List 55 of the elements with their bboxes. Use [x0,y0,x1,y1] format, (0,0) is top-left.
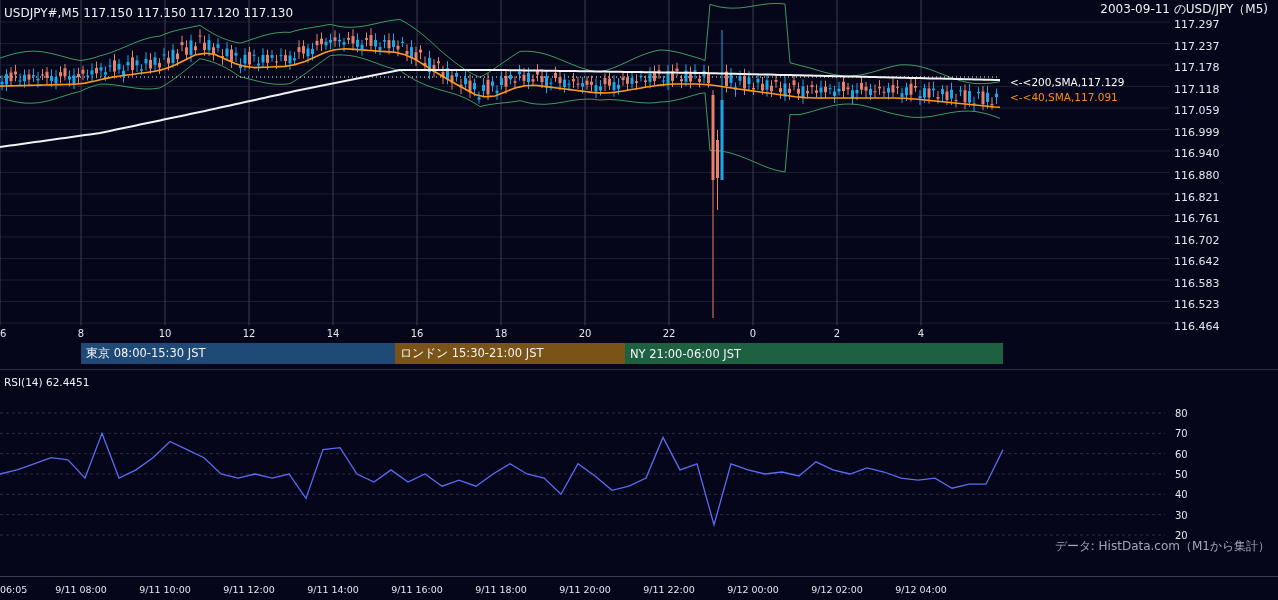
time-label: 9/11 20:00 [559,584,611,595]
time-label: 06:05 [0,584,28,595]
axis-tick-label: 60 [1175,448,1188,460]
hour-label: 8 [77,328,85,339]
time-label: 9/11 16:00 [391,584,443,595]
axis-tick-label: 80 [1175,408,1188,419]
time-label: 9/11 10:00 [139,584,191,595]
price-axis-label: 116.761 [1174,213,1221,226]
hour-label: 18 [494,328,508,339]
time-label: 9/11 22:00 [643,584,695,595]
price-axis-label: 117.237 [1174,40,1221,53]
axis-tick-label: 20 [1175,530,1188,541]
axis-tick-label: 30 [1175,509,1188,521]
time-label: 9/11 12:00 [223,584,275,595]
price-axis-label: 116.880 [1174,169,1221,182]
axis-tick-label: 40 [1175,489,1188,501]
price-axis-label: 116.821 [1174,191,1221,204]
hour-label: 12 [242,328,256,339]
hour-label: 20 [578,328,592,339]
session-bar: NY 21:00-06:00 JST [625,343,1003,364]
price-axis-label: 117.297 [1174,19,1221,31]
axis-tick-label: 50 [1175,469,1188,480]
hour-label: 0 [749,328,757,339]
price-axis-label: 116.583 [1174,277,1221,290]
session-bar: 東京 08:00-15:30 JST [81,343,395,364]
rsi-title: RSI(14) 62.4451 [4,376,90,388]
time-label: 9/11 18:00 [475,584,527,595]
chart-title: 2003-09-11 のUSD/JPY（M5) [1100,2,1268,16]
price-axis-label: 117.178 [1174,62,1221,75]
hour-label: 2 [833,328,841,339]
hour-label: 22 [662,328,676,339]
time-label: 9/12 00:00 [727,584,779,595]
hour-label: 14 [326,328,340,339]
time-label: 9/12 04:00 [895,584,947,595]
price-axis-label: 116.940 [1174,148,1221,161]
hour-label: 4 [917,328,925,339]
time-label: 9/11 08:00 [55,584,107,595]
time-label: 9/12 02:00 [811,584,863,595]
price-axis-label: 116.464 [1174,320,1221,333]
data-source-note: データ: HistData.com（M1から集計） [1054,539,1270,555]
indicator-label: <-<40,SMA,117.091 [1010,91,1118,103]
symbol-quote: USDJPY#,M5 117.150 117.150 117.120 117.130 [4,6,294,20]
price-axis-label: 117.059 [1174,105,1221,118]
price-axis-label: 116.999 [1174,126,1221,139]
price-axis-label: 116.702 [1174,234,1221,247]
indicator-label: <-<200,SMA,117.129 [1010,76,1125,88]
hour-label: 10 [158,328,172,339]
hour-label: 16 [410,328,424,339]
axis-tick-label: 70 [1175,428,1188,440]
price-axis-label: 117.118 [1174,83,1221,96]
session-bar: ロンドン 15:30-21:00 JST [395,343,625,364]
hour-label: 6 [0,328,7,339]
price-axis-label: 116.523 [1174,299,1221,312]
price-axis-label: 116.642 [1174,256,1221,269]
time-label: 9/11 14:00 [307,584,359,595]
